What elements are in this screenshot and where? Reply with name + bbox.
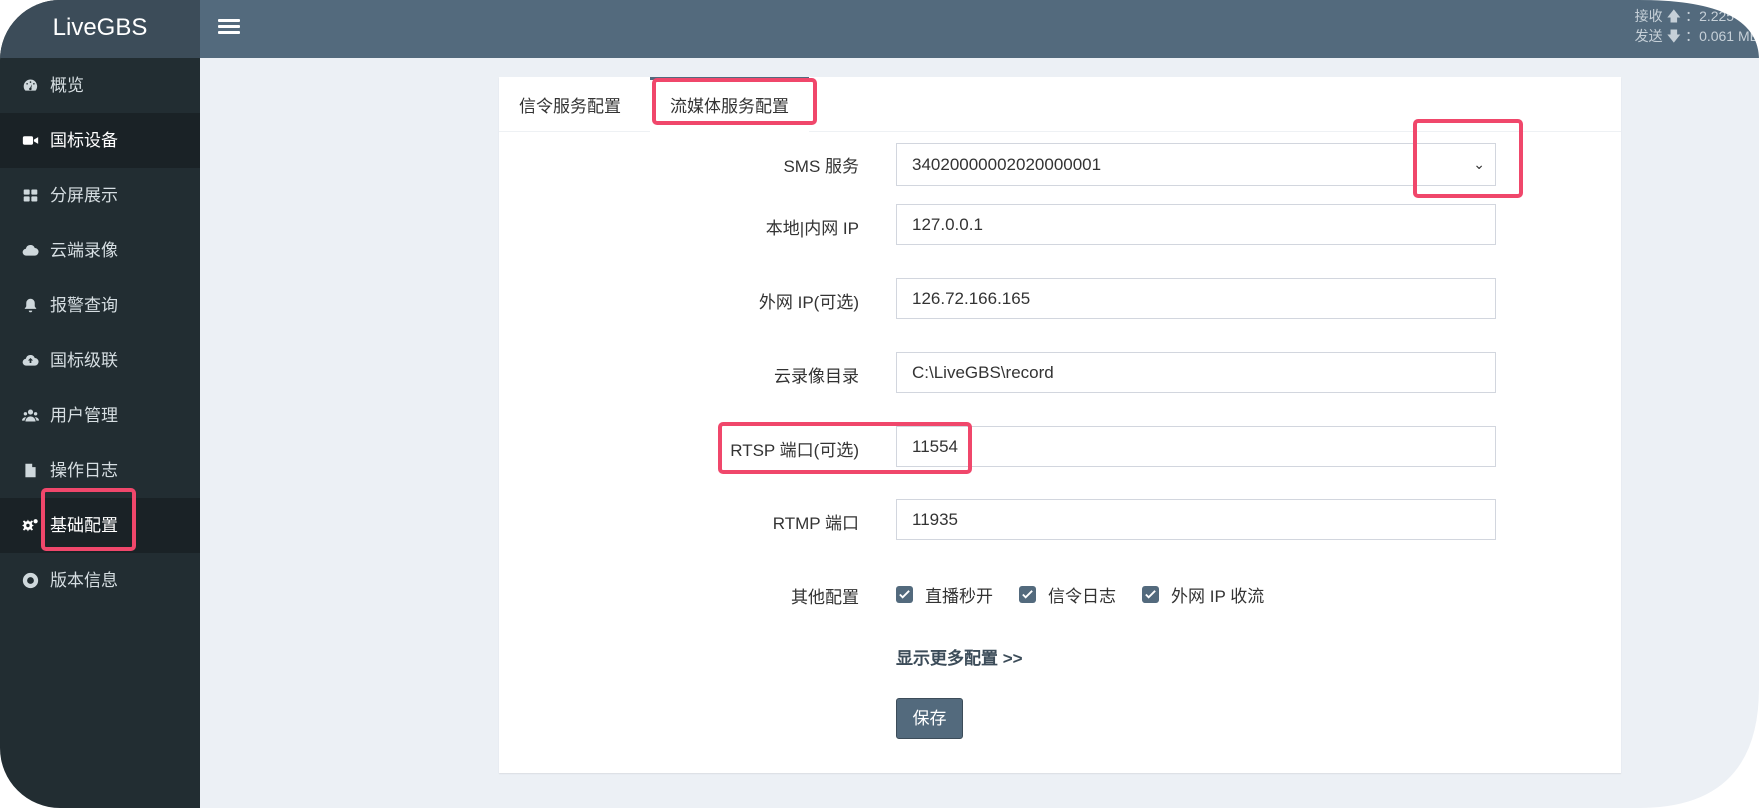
grid-icon — [20, 186, 40, 206]
sidebar-item-cloud-record[interactable]: 云端录像 — [0, 223, 200, 278]
video-camera-icon — [20, 131, 40, 151]
send-value: 0.061 MB — [1699, 28, 1759, 44]
cloud-upload-icon — [20, 351, 40, 371]
options-group: 直播秒开 信令日志 外网 IP 收流 — [896, 582, 1290, 607]
local-ip-input[interactable]: 127.0.0.1 — [896, 204, 1496, 245]
app-logo[interactable]: LiveGBS — [0, 0, 200, 58]
bell-icon — [20, 296, 40, 316]
checkbox-checked-icon[interactable] — [1019, 586, 1036, 603]
sidebar-item-split-screen[interactable]: 分屏展示 — [0, 168, 200, 223]
wan-ip-input[interactable]: 126.72.166.165 — [896, 278, 1496, 319]
sidebar-item-label: 用户管理 — [50, 406, 118, 425]
wan-ip-label: 外网 IP(可选) — [758, 293, 859, 312]
sidebar-item-label: 分屏展示 — [50, 186, 118, 205]
sidebar-item-label: 报警查询 — [50, 296, 118, 315]
tab-media-config[interactable]: 流媒体服务配置 — [650, 77, 809, 134]
sidebar-item-label: 国标级联 — [50, 351, 118, 370]
checkbox-checked-icon[interactable] — [896, 586, 913, 603]
recv-value: 2.225 M — [1699, 8, 1750, 24]
sidebar-item-label: 概览 — [50, 76, 84, 95]
option-wan-ip-stream[interactable]: 外网 IP 收流 — [1142, 582, 1264, 607]
sidebar-item-users[interactable]: 用户管理 — [0, 388, 200, 443]
checkbox-checked-icon[interactable] — [1142, 586, 1159, 603]
sms-value: 34020000002020000001 — [912, 155, 1102, 174]
file-icon — [20, 461, 40, 481]
sidebar-item-overview[interactable]: 概览 — [0, 58, 200, 113]
config-panel: 信令服务配置 流媒体服务配置 SMS 服务 340200000020200000… — [499, 77, 1621, 773]
rtmp-port-label: RTMP 端口 — [772, 514, 859, 533]
sidebar-item-logs[interactable]: 操作日志 — [0, 443, 200, 498]
app-window: LiveGBS 概览 国标设备 分屏展示 云端录像 报警查询 国标级联 用户管理… — [0, 0, 1759, 808]
cloud-icon — [20, 241, 40, 261]
save-button[interactable]: 保存 — [896, 698, 963, 739]
network-stats: 接收 🡅 ： 2.225 M 发送 🡇 ： 0.061 MB — [1634, 8, 1759, 44]
chevron-down-icon[interactable]: ⌄ — [1473, 144, 1485, 185]
sidebar-item-label: 操作日志 — [50, 461, 118, 480]
sidebar-item-basic-config[interactable]: 基础配置 — [0, 498, 200, 553]
rtsp-port-input[interactable]: 11554 — [896, 426, 1496, 467]
recv-label: 接收 — [1634, 8, 1663, 24]
life-ring-icon — [20, 571, 40, 591]
sidebar-item-label: 国标设备 — [50, 131, 118, 150]
sidebar-item-label: 云端录像 — [50, 241, 118, 260]
users-icon — [20, 406, 40, 426]
tab-bar: 信令服务配置 流媒体服务配置 — [499, 77, 1621, 134]
rtmp-port-input[interactable]: 11935 — [896, 499, 1496, 540]
tab-signaling-config[interactable]: 信令服务配置 — [499, 77, 641, 131]
sidebar-item-version[interactable]: 版本信息 — [0, 553, 200, 608]
record-dir-label: 云录像目录 — [774, 367, 859, 386]
send-label: 发送 — [1634, 28, 1663, 44]
rtsp-port-label: RTSP 端口(可选) — [730, 441, 859, 460]
arrow-down-icon: 🡇 — [1666, 28, 1682, 44]
option-instant-live[interactable]: 直播秒开 — [896, 582, 993, 607]
sidebar: LiveGBS 概览 国标设备 分屏展示 云端录像 报警查询 国标级联 用户管理… — [0, 0, 200, 808]
arrow-up-icon: 🡅 — [1666, 8, 1682, 24]
sidebar-item-label: 基础配置 — [50, 516, 118, 535]
option-signal-log[interactable]: 信令日志 — [1019, 582, 1116, 607]
sidebar-item-label: 版本信息 — [50, 571, 118, 590]
local-ip-label: 本地|内网 IP — [765, 219, 859, 238]
top-header: 接收 🡅 ： 2.225 M 发送 🡇 ： 0.061 MB — [200, 0, 1759, 58]
record-dir-input[interactable]: C:\LiveGBS\record — [896, 352, 1496, 393]
show-more-config-link[interactable]: 显示更多配置 >> — [896, 644, 1023, 669]
sms-label: SMS 服务 — [783, 157, 859, 176]
gears-icon — [20, 516, 40, 536]
other-config-label: 其他配置 — [791, 588, 859, 607]
hamburger-menu-icon[interactable] — [218, 16, 240, 38]
sidebar-item-alarm[interactable]: 报警查询 — [0, 278, 200, 333]
dashboard-icon — [20, 76, 40, 96]
sidebar-item-gb-devices[interactable]: 国标设备 — [0, 113, 200, 168]
sms-select[interactable]: 34020000002020000001 ⌄ — [896, 143, 1496, 186]
sidebar-item-cascade[interactable]: 国标级联 — [0, 333, 200, 388]
